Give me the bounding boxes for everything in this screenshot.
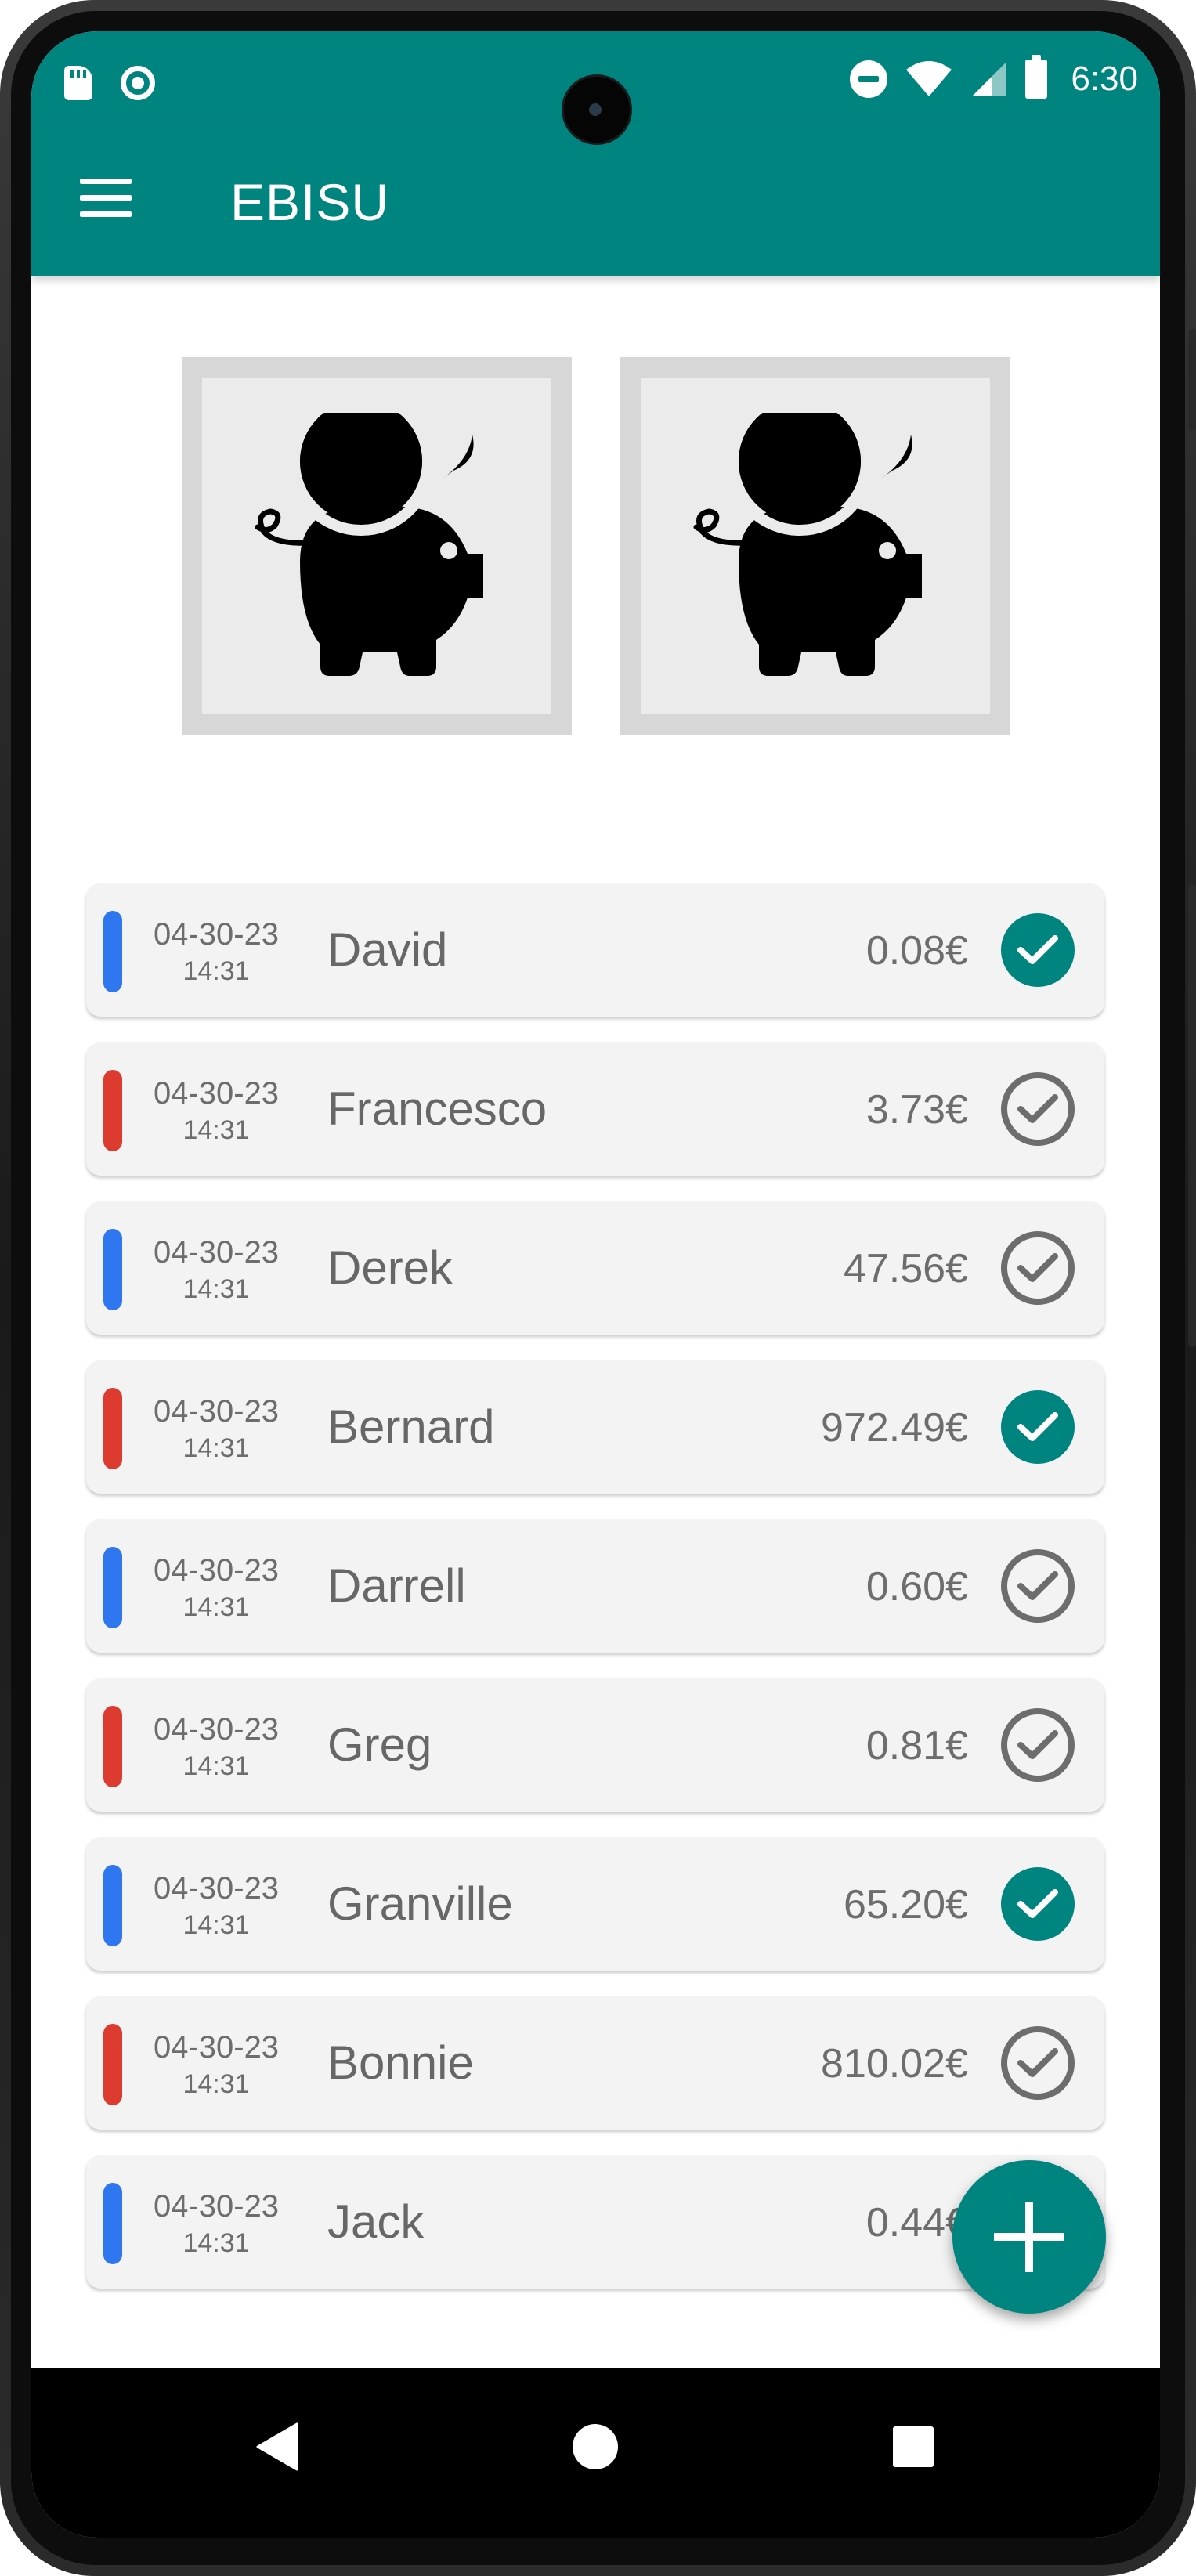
unchecked-circle-icon[interactable]: [1001, 1231, 1075, 1305]
transaction-amount: 0.60€: [865, 1564, 968, 1610]
battery-icon: [1025, 55, 1048, 99]
income-indicator: [103, 911, 122, 992]
back-triangle-icon: [256, 2422, 298, 2471]
system-navigation-bar: [31, 2368, 1160, 2538]
transaction-date: 04-30-23: [153, 1712, 280, 1747]
screen: 6:30 EBISU 04-30-23 14:31 David 0.08€ 04…: [31, 31, 1160, 2538]
transaction-time: 14:31: [182, 2069, 250, 2099]
app-bar: EBISU: [31, 122, 1160, 276]
transaction-row[interactable]: 04-30-23 14:31 David 0.08€: [86, 883, 1104, 1017]
income-indicator: [103, 2183, 122, 2264]
transaction-amount: 810.02€: [821, 2041, 968, 2086]
check-mark-icon: [1017, 1889, 1058, 1918]
transaction-name: Bernard: [327, 1400, 495, 1453]
transaction-time: 14:31: [182, 1592, 250, 1622]
check-mark-icon: [1017, 1094, 1058, 1123]
transaction-row[interactable]: 04-30-23 14:31 Darrell 0.60€: [86, 1519, 1104, 1653]
transaction-date: 04-30-23: [153, 1553, 280, 1588]
transaction-amount: 0.81€: [865, 1723, 968, 1769]
checked-circle-icon[interactable]: [1001, 1390, 1075, 1464]
transaction-amount: 65.20€: [843, 1882, 968, 1927]
piggy-bank-icon: [255, 413, 483, 676]
sd-card-icon: [64, 66, 92, 100]
checked-circle-icon[interactable]: [1001, 1867, 1075, 1941]
piggy-bank-icon: [693, 413, 922, 676]
home-button[interactable]: [556, 2408, 634, 2486]
transaction-time: 14:31: [182, 1115, 250, 1145]
check-mark-icon: [1017, 1730, 1058, 1759]
transaction-time: 14:31: [182, 1433, 250, 1463]
expense-indicator: [103, 1388, 122, 1469]
check-mark-icon: [1017, 935, 1058, 964]
income-indicator: [103, 1865, 122, 1946]
unchecked-circle-icon[interactable]: [1001, 2026, 1075, 2100]
back-button[interactable]: [238, 2408, 316, 2486]
transaction-row[interactable]: 04-30-23 14:31 Francesco 3.73€: [86, 1042, 1104, 1176]
status-clock: 6:30: [1071, 60, 1138, 98]
cellular-signal-icon: [970, 60, 1008, 98]
piggy-bank-tile-2[interactable]: [620, 357, 1010, 735]
checked-circle-icon[interactable]: [1001, 913, 1075, 987]
transaction-time: 14:31: [182, 1751, 250, 1781]
hamburger-menu-icon[interactable]: [80, 179, 132, 218]
transaction-date: 04-30-23: [153, 2189, 280, 2224]
add-transaction-button[interactable]: [952, 2160, 1106, 2314]
transaction-name: David: [327, 923, 448, 976]
expense-indicator: [103, 2024, 122, 2105]
transaction-date: 04-30-23: [153, 1871, 280, 1906]
transaction-name: Derek: [327, 1241, 453, 1294]
front-camera: [564, 77, 630, 143]
transaction-amount: 47.56€: [843, 1246, 968, 1292]
recents-button[interactable]: [874, 2408, 952, 2486]
transaction-date: 04-30-23: [153, 917, 280, 952]
transaction-date: 04-30-23: [153, 2030, 280, 2065]
transaction-date: 04-30-23: [153, 1076, 280, 1111]
transaction-time: 14:31: [182, 1274, 250, 1304]
transaction-amount: 0.08€: [865, 928, 968, 974]
add-icon: [994, 2202, 1064, 2272]
status-right-icons: 6:30: [850, 55, 1138, 99]
transaction-name: Bonnie: [327, 2036, 474, 2089]
transaction-name: Greg: [327, 1718, 432, 1771]
transaction-time: 14:31: [182, 2228, 250, 2258]
income-indicator: [103, 1547, 122, 1628]
piggy-bank-tile-1[interactable]: [182, 357, 572, 735]
check-mark-icon: [1017, 1253, 1058, 1282]
unchecked-circle-icon[interactable]: [1001, 1072, 1075, 1146]
sync-ring-icon: [121, 66, 155, 100]
app-title: EBISU: [230, 173, 390, 231]
transaction-name: Darrell: [327, 1559, 466, 1612]
transaction-date: 04-30-23: [153, 1235, 280, 1270]
income-indicator: [103, 1229, 122, 1310]
transaction-name: Francesco: [327, 1082, 547, 1135]
wifi-icon: [905, 60, 953, 98]
home-circle-icon: [573, 2424, 618, 2469]
transaction-row[interactable]: 04-30-23 14:31 Bernard 972.49€: [86, 1360, 1104, 1494]
transaction-row[interactable]: 04-30-23 14:31 Jack 0.44€: [86, 2155, 1104, 2289]
transaction-row[interactable]: 04-30-23 14:31 Granville 65.20€: [86, 1837, 1104, 1971]
check-mark-icon: [1017, 1571, 1058, 1600]
unchecked-circle-icon[interactable]: [1001, 1549, 1075, 1623]
status-left-icons: [64, 66, 155, 100]
check-mark-icon: [1017, 2048, 1058, 2077]
transaction-amount: 3.73€: [865, 1087, 968, 1133]
transaction-amount: 972.49€: [821, 1405, 968, 1451]
recents-square-icon: [893, 2426, 934, 2467]
transaction-name: Jack: [327, 2195, 425, 2248]
transaction-name: Granville: [327, 1877, 513, 1930]
transaction-row[interactable]: 04-30-23 14:31 Bonnie 810.02€: [86, 1996, 1104, 2130]
transaction-row[interactable]: 04-30-23 14:31 Derek 47.56€: [86, 1201, 1104, 1335]
unchecked-circle-icon[interactable]: [1001, 1708, 1075, 1782]
expense-indicator: [103, 1070, 122, 1151]
check-mark-icon: [1017, 1412, 1058, 1441]
transaction-row[interactable]: 04-30-23 14:31 Greg 0.81€: [86, 1678, 1104, 1812]
transaction-date: 04-30-23: [153, 1394, 280, 1429]
volume-button: [1188, 1018, 1196, 1347]
transaction-time: 14:31: [182, 1910, 250, 1940]
transaction-time: 14:31: [182, 956, 250, 986]
side-button-upper: [1188, 329, 1196, 431]
device: 6:30 EBISU 04-30-23 14:31 David 0.08€ 04…: [0, 0, 1196, 2576]
do-not-disturb-icon: [850, 60, 888, 98]
expense-indicator: [103, 1706, 122, 1787]
